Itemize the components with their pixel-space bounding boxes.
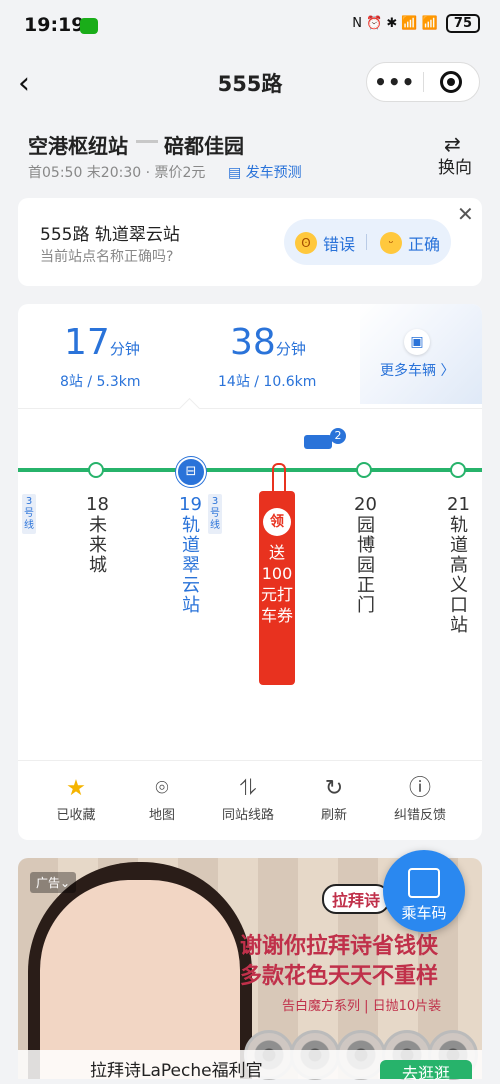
routes-icon: ⥮: [240, 776, 256, 801]
bus-icon[interactable]: ▣: [404, 329, 430, 355]
map-pin-icon: ⌾: [155, 776, 169, 801]
close-mini-program-button[interactable]: [424, 71, 480, 93]
wrong-button[interactable]: ʘ 错误: [295, 231, 355, 255]
same-station-routes-button[interactable]: ⥮ 同站线路: [202, 774, 294, 823]
station-node-21[interactable]: [450, 462, 466, 478]
station-node-18[interactable]: [88, 462, 104, 478]
station-20[interactable]: 20 园博园正门: [354, 494, 454, 615]
feedback-divider: [366, 234, 367, 250]
close-icon[interactable]: ✕: [457, 202, 474, 226]
signal-icons: N ⏰ ✱ 📶 📶: [352, 16, 438, 31]
more-buses-link[interactable]: 更多车辆 〉: [380, 360, 454, 380]
status-time: 19:19: [24, 14, 85, 36]
route-origin: 空港枢纽站: [28, 134, 128, 158]
eta-1: 17分钟: [64, 322, 140, 363]
departure-forecast-label: 发车预测: [245, 165, 302, 181]
ad-headline-1: 谢谢你拉拜诗省钱侠: [240, 934, 439, 959]
station-number: 20: [354, 494, 377, 515]
ride-code-button[interactable]: 乘车码: [383, 850, 465, 932]
metro-line-tag: 3号线: [22, 494, 36, 534]
status-icons: N ⏰ ✱ 📶 📶 75: [352, 14, 480, 33]
feedback-title: 555路 轨道翠云站: [40, 225, 180, 245]
eta-1-minutes: 17: [64, 322, 110, 363]
station-21[interactable]: 21 轨道高义口站: [447, 494, 500, 635]
refresh-button[interactable]: ↻ 刷新: [288, 774, 380, 823]
route-arrow-icon: [136, 140, 158, 143]
station-number: 18: [86, 494, 109, 515]
more-icon[interactable]: •••: [367, 70, 423, 94]
ad-label-text: 广告: [36, 876, 61, 890]
refresh-icon: ↻: [324, 776, 344, 801]
station-18[interactable]: 18 未来城: [86, 494, 146, 575]
map-button[interactable]: ⌾ 地图: [116, 774, 208, 823]
swap-direction-button[interactable]: 换向: [438, 153, 472, 178]
station-node-20[interactable]: [356, 462, 372, 478]
station-name: 园博园正门: [354, 515, 375, 615]
feedback-button[interactable]: ⓘ 纠错反馈: [374, 774, 466, 823]
station-name: 未来城: [86, 515, 107, 575]
current-station-icon[interactable]: ⊟: [176, 457, 206, 487]
eta-1-unit: 分钟: [109, 340, 140, 358]
ride-code-label: 乘车码: [401, 904, 447, 922]
ad-headline-2: 多款花色天天不重样: [240, 964, 439, 989]
target-icon: [440, 71, 463, 93]
sad-emoji-icon: ʘ: [295, 232, 317, 254]
ad-subtitle: 告白魔方系列 | 日抛10片装: [282, 999, 442, 1014]
bus-count-badge: 2: [330, 428, 346, 444]
station-name: 轨道翠云站: [179, 515, 200, 615]
ad-brand-logo: 拉拜诗: [322, 884, 391, 914]
departure-forecast-link[interactable]: ▤ 发车预测: [228, 162, 302, 182]
favorite-label: 已收藏: [56, 808, 96, 823]
refresh-label: 刷新: [320, 808, 347, 823]
station-name: 轨道高义口站: [447, 515, 468, 635]
map-label: 地图: [148, 808, 175, 823]
feedback-label: 纠错反馈: [393, 808, 446, 823]
help-icon: ⓘ: [408, 776, 431, 801]
route-schedule-info: 首05:50 末20:30 · 票价2元: [28, 165, 206, 181]
correct-button[interactable]: ᵕ 正确: [380, 231, 440, 255]
route-destination: 碚都佳园: [164, 134, 244, 158]
eta-2-detail: 14站 / 10.6km: [218, 374, 317, 390]
wechat-icon: [80, 18, 98, 34]
eta-1-detail: 8站 / 5.3km: [60, 374, 141, 390]
mini-program-capsule: •••: [366, 62, 480, 102]
eta-2: 38分钟: [230, 322, 306, 363]
favorite-button[interactable]: ★ 已收藏: [30, 774, 122, 823]
star-icon: ★: [66, 776, 86, 801]
correct-label: 正确: [408, 235, 441, 254]
battery-icon: 75: [445, 14, 480, 33]
coupon-text: 送100元打车券: [260, 543, 293, 625]
routes-label: 同站线路: [221, 808, 274, 823]
ad-cta-button[interactable]: 去逛逛: [380, 1060, 472, 1083]
bus-position-icon[interactable]: [304, 435, 332, 449]
wrong-label: 错误: [323, 235, 356, 254]
qr-code-icon: [408, 868, 440, 898]
eta-2-minutes: 38: [230, 322, 276, 363]
ad-label[interactable]: 广告⌄: [30, 872, 77, 893]
section-divider: [18, 408, 482, 409]
tools-divider: [18, 760, 482, 761]
ad-advertiser-name: 拉拜诗LaPeche福利官: [90, 1061, 263, 1081]
station-number: 21: [447, 494, 470, 515]
coupon-claim-icon: 领: [263, 508, 291, 536]
happy-emoji-icon: ᵕ: [380, 232, 402, 254]
feedback-question: 当前站点名称正确吗?: [40, 249, 174, 265]
eta-2-unit: 分钟: [275, 340, 306, 358]
